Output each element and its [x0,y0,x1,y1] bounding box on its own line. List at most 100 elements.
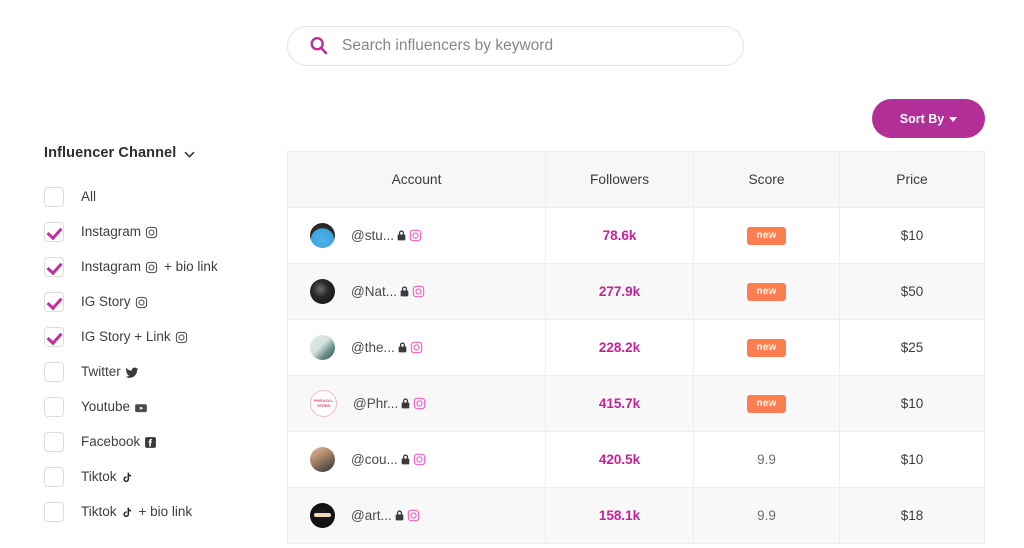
price-value: $18 [900,508,924,523]
channel-filter-checkbox[interactable] [44,326,64,347]
channel-filter-checkbox[interactable] [44,396,64,417]
table-row[interactable]: PHRASAL VERBS @Phr... 415.7k new $10 [288,376,984,432]
tiktok-icon [121,471,133,484]
channel-filter-label: Youtube [81,399,148,414]
lock-icon [398,342,407,353]
column-header-score[interactable]: Score [694,152,840,207]
lock-icon [397,230,406,241]
instagram-icon [409,229,422,242]
account-handle-text: @the... [351,340,395,355]
lock-icon [401,398,410,409]
chevron-down-icon [184,151,195,157]
cell-score: 9.9 [694,488,840,543]
score-value: 9.9 [757,452,776,467]
youtube-icon [134,401,148,415]
column-header-price[interactable]: Price [840,152,984,207]
channel-filter-checkbox[interactable] [44,256,64,277]
column-header-followers-label: Followers [589,172,650,187]
avatar [310,503,335,528]
table-row[interactable]: @art... 158.1k 9.9 $18 [288,488,984,544]
cell-account[interactable]: @Nat... [288,264,546,319]
table-body: @stu... 78.6k new $10 @Nat... 277.9k new $50 @th… [288,208,984,544]
tiktok-icon [121,506,133,519]
channel-filter-checkbox[interactable] [44,186,64,207]
cell-price: $25 [840,320,984,375]
sort-by-button[interactable]: Sort By [872,99,985,138]
table-row[interactable]: @Nat... 277.9k new $50 [288,264,984,320]
cell-account[interactable]: PHRASAL VERBS @Phr... [288,376,546,431]
channel-filter-item[interactable]: Tiktok [44,459,269,494]
instagram-icon [175,331,188,344]
score-value: 9.9 [757,508,776,523]
channel-filter-item[interactable]: Twitter [44,354,269,389]
search-input[interactable] [342,37,729,55]
table-row[interactable]: @cou... 420.5k 9.9 $10 [288,432,984,488]
cell-price: $10 [840,432,984,487]
cell-followers: 420.5k [546,432,694,487]
instagram-icon [145,226,158,239]
channel-filter-item[interactable]: IG Story + Link [44,319,269,354]
cell-account[interactable]: @cou... [288,432,546,487]
channel-filter-item[interactable]: Youtube [44,389,269,424]
column-header-price-label: Price [896,172,928,187]
channel-filter-list: All Instagram Instagram + bio link IG Story I… [44,179,269,529]
channel-filter-text: Tiktok [81,504,117,519]
followers-value: 415.7k [598,396,641,411]
channel-filter-item[interactable]: All [44,179,269,214]
channel-filter-checkbox[interactable] [44,361,64,382]
price-value: $10 [900,396,924,411]
lock-icon [400,286,409,297]
table-row[interactable]: @stu... 78.6k new $10 [288,208,984,264]
avatar [310,223,335,248]
channel-filter-label: Instagram + bio link [81,259,218,274]
channel-filter-label: Instagram [81,224,158,239]
column-header-account-label: Account [391,172,442,187]
cell-followers: 415.7k [546,376,694,431]
account-handle: @cou... [351,452,426,467]
channel-filter-item[interactable]: Instagram [44,214,269,249]
account-handle: @the... [351,340,423,355]
caret-down-icon [949,117,958,122]
table-row[interactable]: @the... 228.2k new $25 [288,320,984,376]
search-bar[interactable] [287,26,744,66]
channel-filter-checkbox[interactable] [44,501,64,522]
price-value: $10 [900,228,924,243]
channel-filter-item[interactable]: Tiktok + bio link [44,494,269,529]
account-handle: @stu... [351,228,422,243]
cell-account[interactable]: @stu... [288,208,546,263]
status-badge: new [747,226,786,245]
cell-account[interactable]: @art... [288,488,546,543]
channel-filter-text: All [81,189,97,204]
channel-filter-item[interactable]: Facebook [44,424,269,459]
channel-filter-suffix: + bio link [138,504,193,519]
table-header-row: Account Followers Score Price [288,152,984,208]
lock-icon [395,510,404,521]
channel-filter-checkbox[interactable] [44,431,64,452]
channel-filter-text: Tiktok [81,469,117,484]
column-header-followers[interactable]: Followers [546,152,694,207]
channel-filter-label: All [81,189,96,204]
account-handle-text: @stu... [351,228,394,243]
channel-filter-suffix: + bio link [164,259,218,274]
channel-filter-checkbox[interactable] [44,291,64,312]
account-handle-text: @Nat... [351,284,397,299]
channel-filter-label: Tiktok + bio link [81,504,192,519]
account-handle-text: @cou... [351,452,398,467]
cell-score: new [694,376,840,431]
cell-account[interactable]: @the... [288,320,546,375]
cell-score: new [694,208,840,263]
channel-filter-label: Facebook [81,434,157,449]
channel-filter-label: Tiktok [81,469,133,484]
influencer-channel-header[interactable]: Influencer Channel [44,145,269,161]
channel-filter-item[interactable]: Instagram + bio link [44,249,269,284]
channel-filter-item[interactable]: IG Story [44,284,269,319]
channel-filter-checkbox[interactable] [44,221,64,242]
column-header-account[interactable]: Account [288,152,546,207]
channel-filter-label: Twitter [81,364,139,379]
search-icon [310,37,328,55]
channel-filter-checkbox[interactable] [44,466,64,487]
price-value: $10 [900,452,924,467]
price-value: $25 [900,340,924,355]
cell-score: new [694,264,840,319]
avatar [310,447,335,472]
